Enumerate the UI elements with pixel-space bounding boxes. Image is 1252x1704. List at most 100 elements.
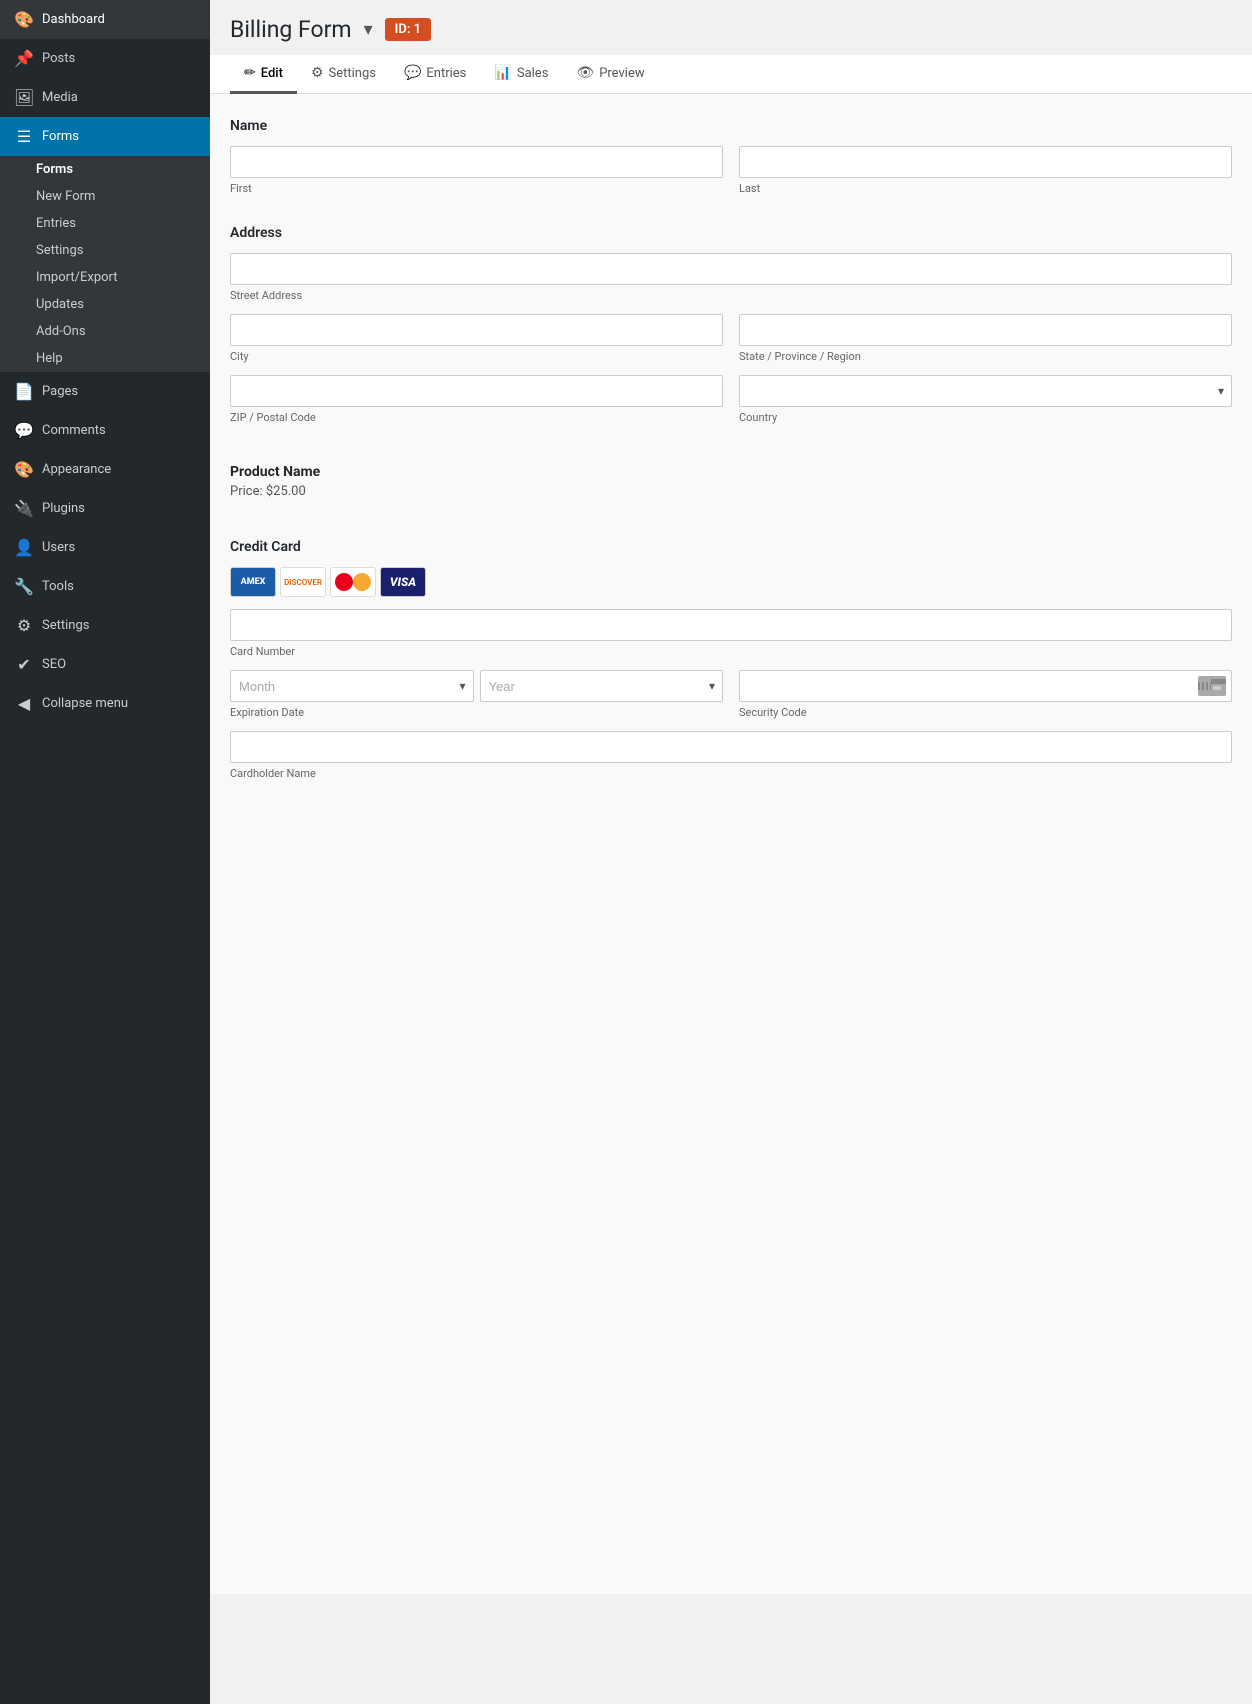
name-section: Name First Last xyxy=(230,118,1232,195)
form-edit-area: Name First Last Address Street Address xyxy=(210,94,1252,1594)
zip-input[interactable] xyxy=(230,375,723,407)
settings-icon: ⚙ xyxy=(14,616,34,635)
mc-right-circle xyxy=(353,573,371,591)
submenu-item-updates[interactable]: Updates xyxy=(0,291,210,318)
country-select[interactable]: United States United Kingdom xyxy=(739,375,1232,407)
amex-icon: AMEX xyxy=(230,567,276,597)
tab-settings[interactable]: ⚙ Settings xyxy=(297,55,390,94)
card-number-row: Card Number xyxy=(230,609,1232,658)
sales-tab-icon: 📊 xyxy=(494,65,511,81)
expiry-sublabel: Expiration Date xyxy=(230,706,723,719)
appearance-icon: 🎨 xyxy=(14,460,34,479)
title-dropdown-button[interactable]: ▾ xyxy=(364,19,373,40)
year-select[interactable]: Year 2024 2025 2026 xyxy=(480,670,724,702)
submenu-item-new-form[interactable]: New Form xyxy=(0,183,210,210)
sidebar-item-comments[interactable]: 💬 Comments xyxy=(0,411,210,450)
street-input[interactable] xyxy=(230,253,1232,285)
state-group: State / Province / Region xyxy=(739,314,1232,363)
state-input[interactable] xyxy=(739,314,1232,346)
sidebar-item-media[interactable]: 🖼 Media xyxy=(0,78,210,117)
expiry-security-row: Month 01 - January 02 - February 03 - Ma… xyxy=(230,670,1232,719)
mastercard-icon xyxy=(330,567,376,597)
sidebar-item-dashboard[interactable]: 🎨 Dashboard xyxy=(0,0,210,39)
first-name-sublabel: First xyxy=(230,182,723,195)
sidebar-item-label: Tools xyxy=(42,579,74,594)
visa-icon: VISA xyxy=(380,567,426,597)
submenu-item-settings[interactable]: Settings xyxy=(0,237,210,264)
product-price-label: Price: $25.00 xyxy=(230,484,1232,499)
sidebar-item-label: Settings xyxy=(42,618,89,633)
sidebar-item-label: Dashboard xyxy=(42,12,105,27)
submenu-item-import-export[interactable]: Import/Export xyxy=(0,264,210,291)
sidebar: 🎨 Dashboard 📌 Posts 🖼 Media ☰ Forms Form… xyxy=(0,0,210,1704)
sidebar-item-users[interactable]: 👤 Users xyxy=(0,528,210,567)
city-group: City xyxy=(230,314,723,363)
mc-circles xyxy=(331,568,375,596)
sidebar-item-label: Posts xyxy=(42,51,75,66)
submenu-item-add-ons[interactable]: Add-Ons xyxy=(0,318,210,345)
city-sublabel: City xyxy=(230,350,723,363)
submenu-item-forms[interactable]: Forms xyxy=(0,156,210,183)
tab-sales-label: Sales xyxy=(517,66,549,81)
sidebar-item-label: Plugins xyxy=(42,501,85,516)
forms-submenu: Forms New Form Entries Settings Import/E… xyxy=(0,156,210,372)
country-sublabel: Country xyxy=(739,411,1232,424)
expiry-group: Month 01 - January 02 - February 03 - Ma… xyxy=(230,670,723,719)
sidebar-item-plugins[interactable]: 🔌 Plugins xyxy=(0,489,210,528)
last-name-sublabel: Last xyxy=(739,182,1232,195)
discover-icon: DISCOVER xyxy=(280,567,326,597)
tab-entries-label: Entries xyxy=(426,66,466,81)
tab-edit-label: Edit xyxy=(261,66,283,81)
posts-icon: 📌 xyxy=(14,49,34,68)
submenu-item-entries[interactable]: Entries xyxy=(0,210,210,237)
tab-sales[interactable]: 📊 Sales xyxy=(480,55,562,94)
sidebar-item-collapse[interactable]: ◀ Collapse menu xyxy=(0,684,210,723)
address-section: Address Street Address City State / Prov… xyxy=(230,225,1232,424)
tab-bar: ✏ Edit ⚙ Settings 💬 Entries 📊 Sales 👁 Pr… xyxy=(210,55,1252,94)
card-number-sublabel: Card Number xyxy=(230,645,1232,658)
street-sublabel: Street Address xyxy=(230,289,1232,302)
form-id-badge: ID: 1 xyxy=(385,18,431,41)
card-number-input[interactable] xyxy=(230,609,1232,641)
security-code-input[interactable] xyxy=(739,670,1232,702)
media-icon: 🖼 xyxy=(14,88,34,107)
tab-preview[interactable]: 👁 Preview xyxy=(562,55,658,94)
sidebar-item-label: Comments xyxy=(42,423,106,438)
expiry-selects: Month 01 - January 02 - February 03 - Ma… xyxy=(230,670,723,702)
seo-icon: ✔ xyxy=(14,655,34,674)
last-name-input[interactable] xyxy=(739,146,1232,178)
entries-tab-icon: 💬 xyxy=(404,65,421,81)
sidebar-item-seo[interactable]: ✔ SEO xyxy=(0,645,210,684)
city-input[interactable] xyxy=(230,314,723,346)
name-field-row: First Last xyxy=(230,146,1232,195)
product-section: Product Name Price: $25.00 xyxy=(230,454,1232,509)
sidebar-item-label: SEO xyxy=(42,657,66,672)
sidebar-item-appearance[interactable]: 🎨 Appearance xyxy=(0,450,210,489)
comments-icon: 💬 xyxy=(14,421,34,440)
sidebar-item-forms[interactable]: ☰ Forms xyxy=(0,117,210,156)
sidebar-item-label: Forms xyxy=(42,129,79,144)
sidebar-item-posts[interactable]: 📌 Posts xyxy=(0,39,210,78)
sidebar-item-settings[interactable]: ⚙ Settings xyxy=(0,606,210,645)
cardholder-sublabel: Cardholder Name xyxy=(230,767,1232,780)
cc-icons-row: AMEX DISCOVER VISA xyxy=(230,567,1232,597)
pages-icon: 📄 xyxy=(14,382,34,401)
last-name-group: Last xyxy=(739,146,1232,195)
security-input-wrapper xyxy=(739,670,1232,702)
tab-edit[interactable]: ✏ Edit xyxy=(230,55,297,94)
cardholder-name-input[interactable] xyxy=(230,731,1232,763)
country-group: United States United Kingdom Country xyxy=(739,375,1232,424)
month-select[interactable]: Month 01 - January 02 - February 03 - Ma… xyxy=(230,670,474,702)
first-name-input[interactable] xyxy=(230,146,723,178)
cardholder-row: Cardholder Name xyxy=(230,731,1232,780)
year-select-wrapper: Year 2024 2025 2026 xyxy=(480,670,724,702)
address-section-label: Address xyxy=(230,225,1232,241)
mc-left-circle xyxy=(335,573,353,591)
street-row: Street Address xyxy=(230,253,1232,302)
sidebar-item-pages[interactable]: 📄 Pages xyxy=(0,372,210,411)
month-select-wrapper: Month 01 - January 02 - February 03 - Ma… xyxy=(230,670,474,702)
forms-icon: ☰ xyxy=(14,127,34,146)
sidebar-item-tools[interactable]: 🔧 Tools xyxy=(0,567,210,606)
tab-entries[interactable]: 💬 Entries xyxy=(390,55,480,94)
submenu-item-help[interactable]: Help xyxy=(0,345,210,372)
